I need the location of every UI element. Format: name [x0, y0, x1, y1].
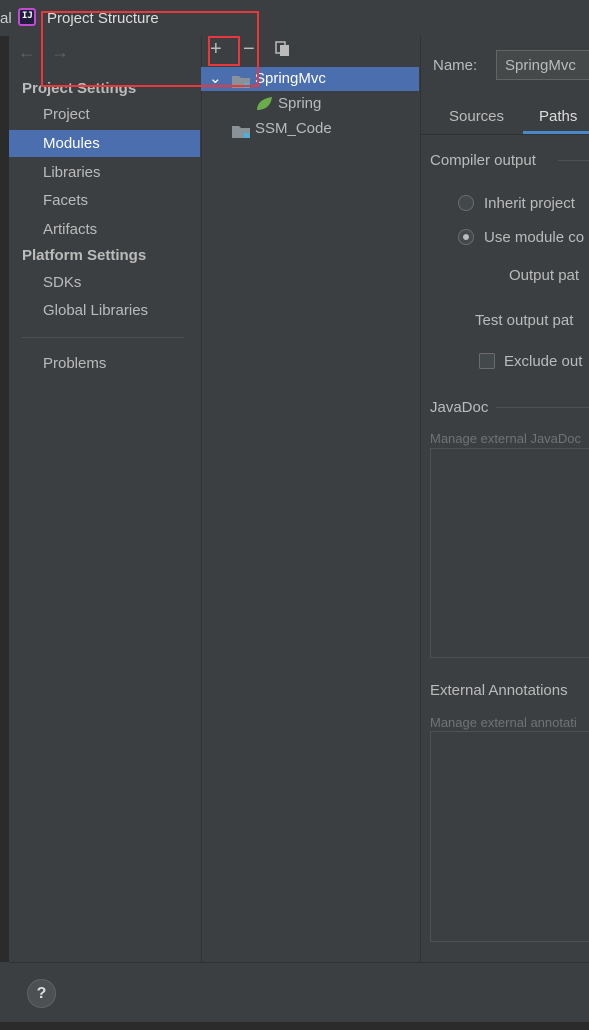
arrow-left-icon[interactable]: ←: [18, 42, 36, 63]
module-folder-icon: [232, 122, 250, 138]
background-window-edge: [0, 1022, 589, 1030]
sidebar-item-global-libraries[interactable]: Global Libraries: [9, 297, 200, 324]
external-annotations-label: External Annotations: [430, 682, 568, 699]
tree-node-label: Spring: [278, 95, 322, 112]
sidebar-item-label: Facets: [43, 192, 89, 209]
tab-sources[interactable]: Sources: [449, 108, 504, 134]
group-divider: [496, 407, 589, 408]
spring-leaf-icon: [255, 96, 273, 112]
module-name-field[interactable]: SpringMvc: [496, 50, 589, 80]
compiler-output-label: Compiler output: [430, 152, 536, 169]
sidebar-item-label: Global Libraries: [43, 302, 149, 319]
sidebar-item-facets[interactable]: Facets: [9, 187, 200, 214]
sidebar-item-label: Modules: [43, 135, 100, 152]
tree-node-label: SSM_Code: [255, 120, 332, 137]
sidebar-item-label: Project: [43, 106, 90, 123]
javadoc-list[interactable]: [430, 448, 589, 658]
use-module-output-label: Use module co: [484, 229, 585, 246]
background-window-edge: [0, 962, 9, 1030]
sidebar-item-label: SDKs: [43, 274, 82, 291]
sidebar-item-sdks[interactable]: SDKs: [9, 269, 200, 296]
sidebar-item-libraries[interactable]: Libraries: [9, 159, 200, 186]
sidebar-divider: [22, 337, 184, 338]
background-window-edge: [0, 36, 9, 1030]
annotation-box-add: [208, 36, 240, 66]
sidebar-item-modules[interactable]: Modules: [9, 130, 200, 157]
name-label: Name:: [433, 57, 478, 74]
exclude-output-label: Exclude out: [504, 353, 583, 370]
exclude-output-checkbox[interactable]: [479, 353, 495, 369]
tree-node-spring[interactable]: Spring: [201, 92, 419, 116]
sidebar-item-problems[interactable]: Problems: [9, 350, 200, 377]
tree-node-ssm-code[interactable]: SSM_Code: [201, 117, 419, 141]
module-tree-panel: [201, 36, 420, 962]
tabs-divider: [420, 134, 589, 135]
sidebar-item-label: Artifacts: [43, 221, 98, 238]
help-button[interactable]: ?: [27, 979, 56, 1008]
intellij-app-icon: IJ: [18, 8, 36, 26]
sidebar-item-project[interactable]: Project: [9, 101, 200, 128]
sidebar-item-artifacts[interactable]: Artifacts: [9, 216, 200, 243]
footer-bar: [9, 963, 589, 1022]
external-annotations-list[interactable]: [430, 731, 589, 942]
sidebar-item-label: Problems: [43, 355, 107, 372]
section-platform-settings: Platform Settings: [22, 247, 147, 264]
use-module-output-radio[interactable]: [458, 229, 474, 245]
inherit-project-radio[interactable]: [458, 195, 474, 211]
sidebar-item-label: Libraries: [43, 164, 101, 181]
test-output-path-label: Test output pat: [475, 312, 574, 329]
module-name-value: SpringMvc: [505, 57, 576, 74]
javadoc-hint: Manage external JavaDoc: [430, 431, 582, 446]
inherit-project-label: Inherit project: [484, 195, 575, 212]
javadoc-label: JavaDoc: [430, 399, 489, 416]
active-tab-indicator: [523, 131, 589, 134]
background-window-text: al: [0, 10, 12, 27]
external-annotations-hint: Manage external annotati: [430, 715, 577, 730]
tree-node-label: SpringMvc: [255, 70, 326, 87]
copy-icon[interactable]: [275, 41, 291, 57]
output-path-label: Output pat: [509, 267, 580, 284]
group-divider: [558, 160, 589, 161]
